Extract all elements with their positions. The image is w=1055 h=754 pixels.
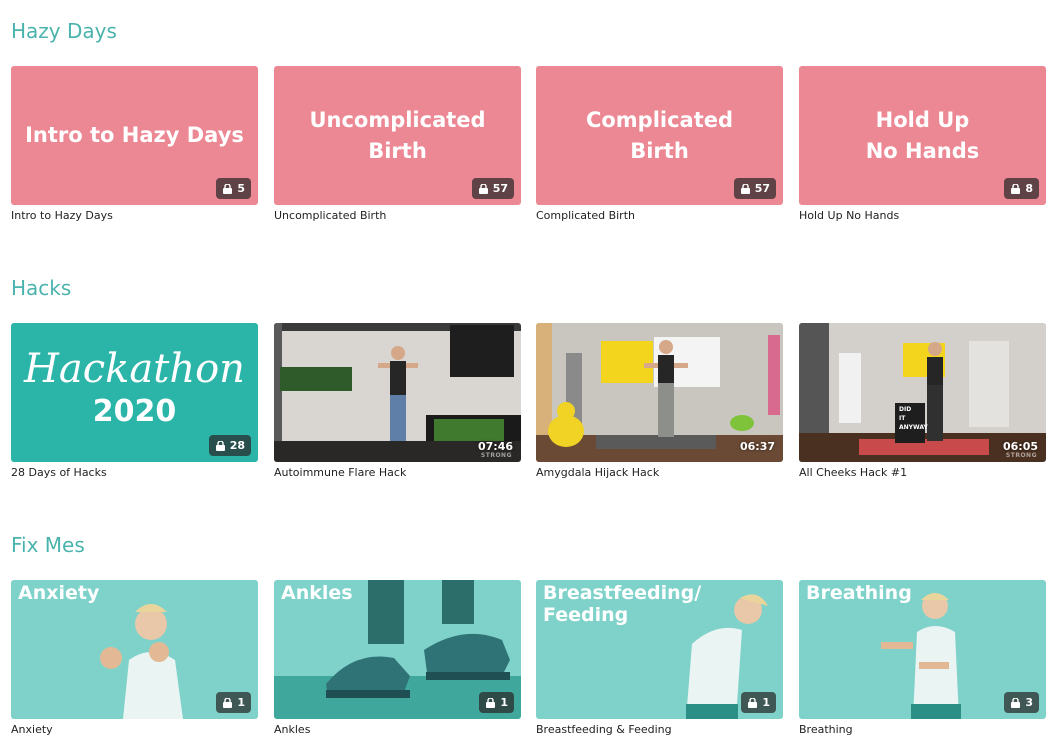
thumbnail-year: 2020 <box>92 394 177 429</box>
course-card[interactable]: Anxiety 1 Anxiety <box>11 580 258 737</box>
course-card[interactable]: Hold Up No Hands 8 Hold Up No Hands <box>799 66 1046 223</box>
card-thumbnail[interactable]: Complicated Birth 57 <box>536 66 783 205</box>
video-card[interactable]: 07:46 STRONG Autoimmune Flare Hack <box>274 323 521 480</box>
card-caption[interactable]: Breathing <box>799 723 1046 737</box>
lock-icon <box>222 697 233 708</box>
lesson-count-badge: 57 <box>471 178 514 199</box>
lock-icon <box>1010 697 1021 708</box>
card-thumbnail[interactable]: Breathing 3 <box>799 580 1046 719</box>
card-caption[interactable]: Ankles <box>274 723 521 737</box>
lesson-count: 1 <box>237 696 245 709</box>
lock-icon <box>222 183 233 194</box>
card-caption[interactable]: Complicated Birth <box>536 209 783 223</box>
card-caption[interactable]: Amygdala Hijack Hack <box>536 466 783 480</box>
thumbnail-title: Anxiety <box>18 582 100 604</box>
card-thumbnail[interactable]: Anxiety 1 <box>11 580 258 719</box>
video-thumbnail[interactable]: 06:37 <box>536 323 783 462</box>
lesson-count-badge: 3 <box>1004 692 1039 713</box>
lock-icon <box>747 697 758 708</box>
lock-icon <box>485 697 496 708</box>
video-duration: 06:37 <box>739 440 775 453</box>
lesson-count: 1 <box>500 696 508 709</box>
lock-icon <box>1010 183 1021 194</box>
card-thumbnail[interactable]: Hold Up No Hands 8 <box>799 66 1046 205</box>
lesson-count: 5 <box>237 182 245 195</box>
course-card[interactable]: Uncomplicated Birth 57 Uncomplicated Bir… <box>274 66 521 223</box>
section-title: Hazy Days <box>11 19 117 43</box>
course-card[interactable]: Breathing 3 Breathing <box>799 580 1046 737</box>
lesson-count-badge: 1 <box>479 692 514 713</box>
video-card[interactable]: 06:37 Amygdala Hijack Hack <box>536 323 783 480</box>
video-watermark: STRONG <box>1005 452 1037 459</box>
course-card[interactable]: Breastfeeding/ Feeding 1 Breastfeeding &… <box>536 580 783 737</box>
card-caption[interactable]: Autoimmune Flare Hack <box>274 466 521 480</box>
thumbnail-title: Breastfeeding/ Feeding <box>543 582 702 626</box>
card-caption[interactable]: Hold Up No Hands <box>799 209 1046 223</box>
card-thumbnail[interactable]: Breastfeeding/ Feeding 1 <box>536 580 783 719</box>
card-caption[interactable]: All Cheeks Hack #1 <box>799 466 1046 480</box>
card-caption[interactable]: Intro to Hazy Days <box>11 209 258 223</box>
lesson-count: 3 <box>1025 696 1033 709</box>
section-title: Fix Mes <box>11 533 85 557</box>
poster-text: DID IT ANYWAY <box>899 406 928 431</box>
lesson-count: 8 <box>1025 182 1033 195</box>
lesson-count-badge: 28 <box>208 435 251 456</box>
video-thumbnail[interactable]: DID IT ANYWAY 06:05 STRONG <box>799 323 1046 462</box>
card-caption[interactable]: Breastfeeding & Feeding <box>536 723 783 737</box>
video-card[interactable]: DID IT ANYWAY 06:05 STRONG All Cheeks Ha… <box>799 323 1046 480</box>
section-title: Hacks <box>11 276 72 300</box>
card-thumbnail[interactable]: Hackathon 2020 28 <box>11 323 258 462</box>
thumbnail-title: Ankles <box>281 582 353 604</box>
lesson-count-badge: 57 <box>733 178 776 199</box>
thumbnail-script-title: Hackathon <box>24 346 245 392</box>
course-card[interactable]: Hackathon 2020 28 28 Days of Hacks <box>11 323 258 480</box>
card-thumbnail[interactable]: Uncomplicated Birth 57 <box>274 66 521 205</box>
lesson-count-badge: 5 <box>216 178 251 199</box>
card-caption[interactable]: Uncomplicated Birth <box>274 209 521 223</box>
card-thumbnail[interactable]: Intro to Hazy Days 5 <box>11 66 258 205</box>
section-hazy-days: Hazy Days Intro to Hazy Days 5 Intro to … <box>11 18 1047 228</box>
lesson-count: 57 <box>754 182 770 195</box>
page: Hazy Days Intro to Hazy Days 5 Intro to … <box>0 0 1055 754</box>
section-fix-mes: Fix Mes Anxiety 1 Anxiety Ankles 1 Ankle… <box>11 532 1047 742</box>
lock-icon <box>478 183 489 194</box>
lesson-count: 28 <box>229 439 245 452</box>
lock-icon <box>740 183 751 194</box>
lesson-count-badge: 1 <box>741 692 776 713</box>
card-caption[interactable]: 28 Days of Hacks <box>11 466 258 480</box>
card-thumbnail[interactable]: Ankles 1 <box>274 580 521 719</box>
course-card[interactable]: Intro to Hazy Days 5 Intro to Hazy Days <box>11 66 258 223</box>
lesson-count: 57 <box>492 182 508 195</box>
video-watermark: STRONG <box>480 452 512 459</box>
card-caption[interactable]: Anxiety <box>11 723 258 737</box>
lesson-count: 1 <box>762 696 770 709</box>
section-hacks: Hacks Hackathon 2020 28 28 Days of Hacks <box>11 275 1047 485</box>
course-card[interactable]: Complicated Birth 57 Complicated Birth <box>536 66 783 223</box>
video-thumbnail[interactable]: 07:46 STRONG <box>274 323 521 462</box>
lesson-count-badge: 8 <box>1004 178 1039 199</box>
lock-icon <box>215 440 226 451</box>
lesson-count-badge: 1 <box>216 692 251 713</box>
course-card[interactable]: Ankles 1 Ankles <box>274 580 521 737</box>
thumbnail-title: Breathing <box>806 582 912 604</box>
